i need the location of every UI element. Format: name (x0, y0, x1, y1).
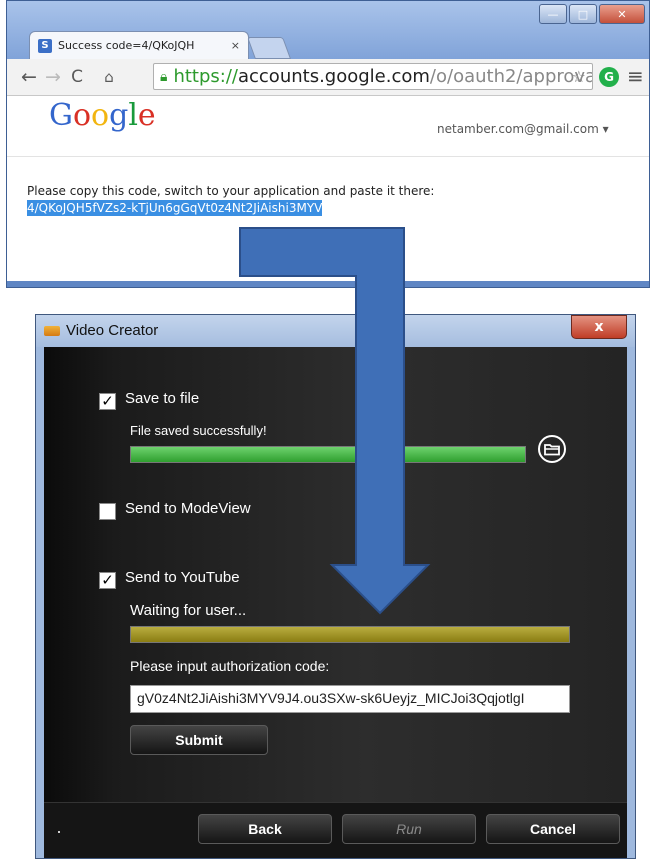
folder-icon (544, 444, 560, 456)
dialog-titlebar: Video Creator x (36, 315, 635, 347)
footer-dot (58, 831, 60, 833)
star-icon[interactable]: ☆ (572, 67, 586, 86)
divider (7, 156, 649, 157)
send-to-youtube-checkbox[interactable]: ✓ (99, 572, 116, 589)
extension-icon[interactable]: G (599, 67, 619, 87)
youtube-progress-fill (131, 627, 569, 642)
back-icon[interactable]: ← (17, 66, 41, 88)
send-to-modeview-checkbox[interactable] (99, 503, 116, 520)
cancel-button[interactable]: Cancel (486, 814, 620, 844)
video-creator-dialog: Video Creator x ✓ Save to file File save… (35, 314, 636, 859)
save-progress-bar (130, 446, 526, 463)
window-controls: — □ ✕ (539, 4, 645, 24)
window-border (7, 281, 649, 287)
home-icon[interactable]: ⌂ (97, 68, 121, 86)
new-tab-button[interactable] (246, 37, 292, 59)
logo-letter: o (72, 98, 92, 133)
dialog-close-button[interactable]: x (571, 315, 627, 339)
send-to-modeview-label: Send to ModeView (125, 500, 251, 517)
save-to-file-checkbox[interactable]: ✓ (99, 393, 116, 410)
submit-button[interactable]: Submit (130, 725, 268, 755)
logo-letter: l (128, 98, 138, 133)
window-close-button[interactable]: ✕ (599, 4, 645, 24)
account-email: netamber.com@gmail.com (437, 122, 599, 136)
forward-icon[interactable]: → (41, 66, 65, 88)
minimize-button[interactable]: — (539, 4, 567, 24)
open-folder-button[interactable] (538, 435, 566, 463)
dialog-body: ✓ Save to file File saved successfully! … (44, 347, 627, 858)
tab-title: Success code=4/QKoJQH (58, 39, 195, 52)
logo-letter: e (137, 98, 156, 133)
tab-close-icon[interactable]: × (231, 39, 240, 52)
selected-code[interactable]: 4/QKoJQH5fVZs2-kTjUn6gGqVt0z4Nt2JiAishi3… (27, 200, 323, 216)
instructions-text: Please copy this code, switch to your ap… (27, 184, 435, 198)
account-menu[interactable]: netamber.com@gmail.com ▾ (437, 122, 609, 136)
save-progress-fill (131, 447, 525, 462)
run-button[interactable]: Run (342, 814, 476, 844)
youtube-status: Waiting for user... (130, 602, 247, 619)
url-host: accounts.google.com (237, 66, 430, 87)
youtube-progress-bar (130, 626, 570, 643)
maximize-button[interactable]: □ (569, 4, 597, 24)
browser-tab[interactable]: S Success code=4/QKoJQH × (29, 31, 249, 59)
dialog-title: Video Creator (66, 322, 159, 339)
chevron-down-icon: ▾ (602, 122, 609, 136)
menu-icon[interactable]: ≡ (627, 64, 644, 88)
app-icon (44, 326, 60, 336)
url-scheme: https:// (173, 66, 238, 87)
save-to-file-label: Save to file (125, 390, 200, 407)
browser-window: — □ ✕ S Success code=4/QKoJQH × ← → C ⌂ … (6, 0, 650, 288)
back-button[interactable]: Back (198, 814, 332, 844)
logo-letter: G (49, 98, 73, 133)
address-bar[interactable]: 🔒︎ https:// accounts.google.com /o/oauth… (153, 63, 593, 90)
url-path: /o/oauth2/approval? (429, 66, 593, 87)
lock-icon: 🔒︎ (160, 68, 168, 85)
logo-letter: g (109, 98, 129, 133)
browser-toolbar: ← → C ⌂ 🔒︎ https:// accounts.google.com … (7, 59, 649, 96)
page-content: Google netamber.com@gmail.com ▾ Please c… (7, 96, 649, 287)
reload-icon[interactable]: C (65, 67, 89, 87)
send-to-youtube-label: Send to YouTube (125, 569, 240, 586)
auth-code-input[interactable]: gV0z4Nt2JiAishi3MYV9J4.ou3SXw-sk6Ueyjz_M… (130, 685, 570, 713)
save-status: File saved successfully! (130, 423, 267, 438)
auth-code-prompt: Please input authorization code: (130, 658, 330, 674)
google-logo: Google (49, 98, 156, 133)
dialog-footer: Back Run Cancel (44, 802, 627, 858)
logo-letter: o (91, 98, 110, 133)
favicon-icon: S (38, 38, 52, 53)
